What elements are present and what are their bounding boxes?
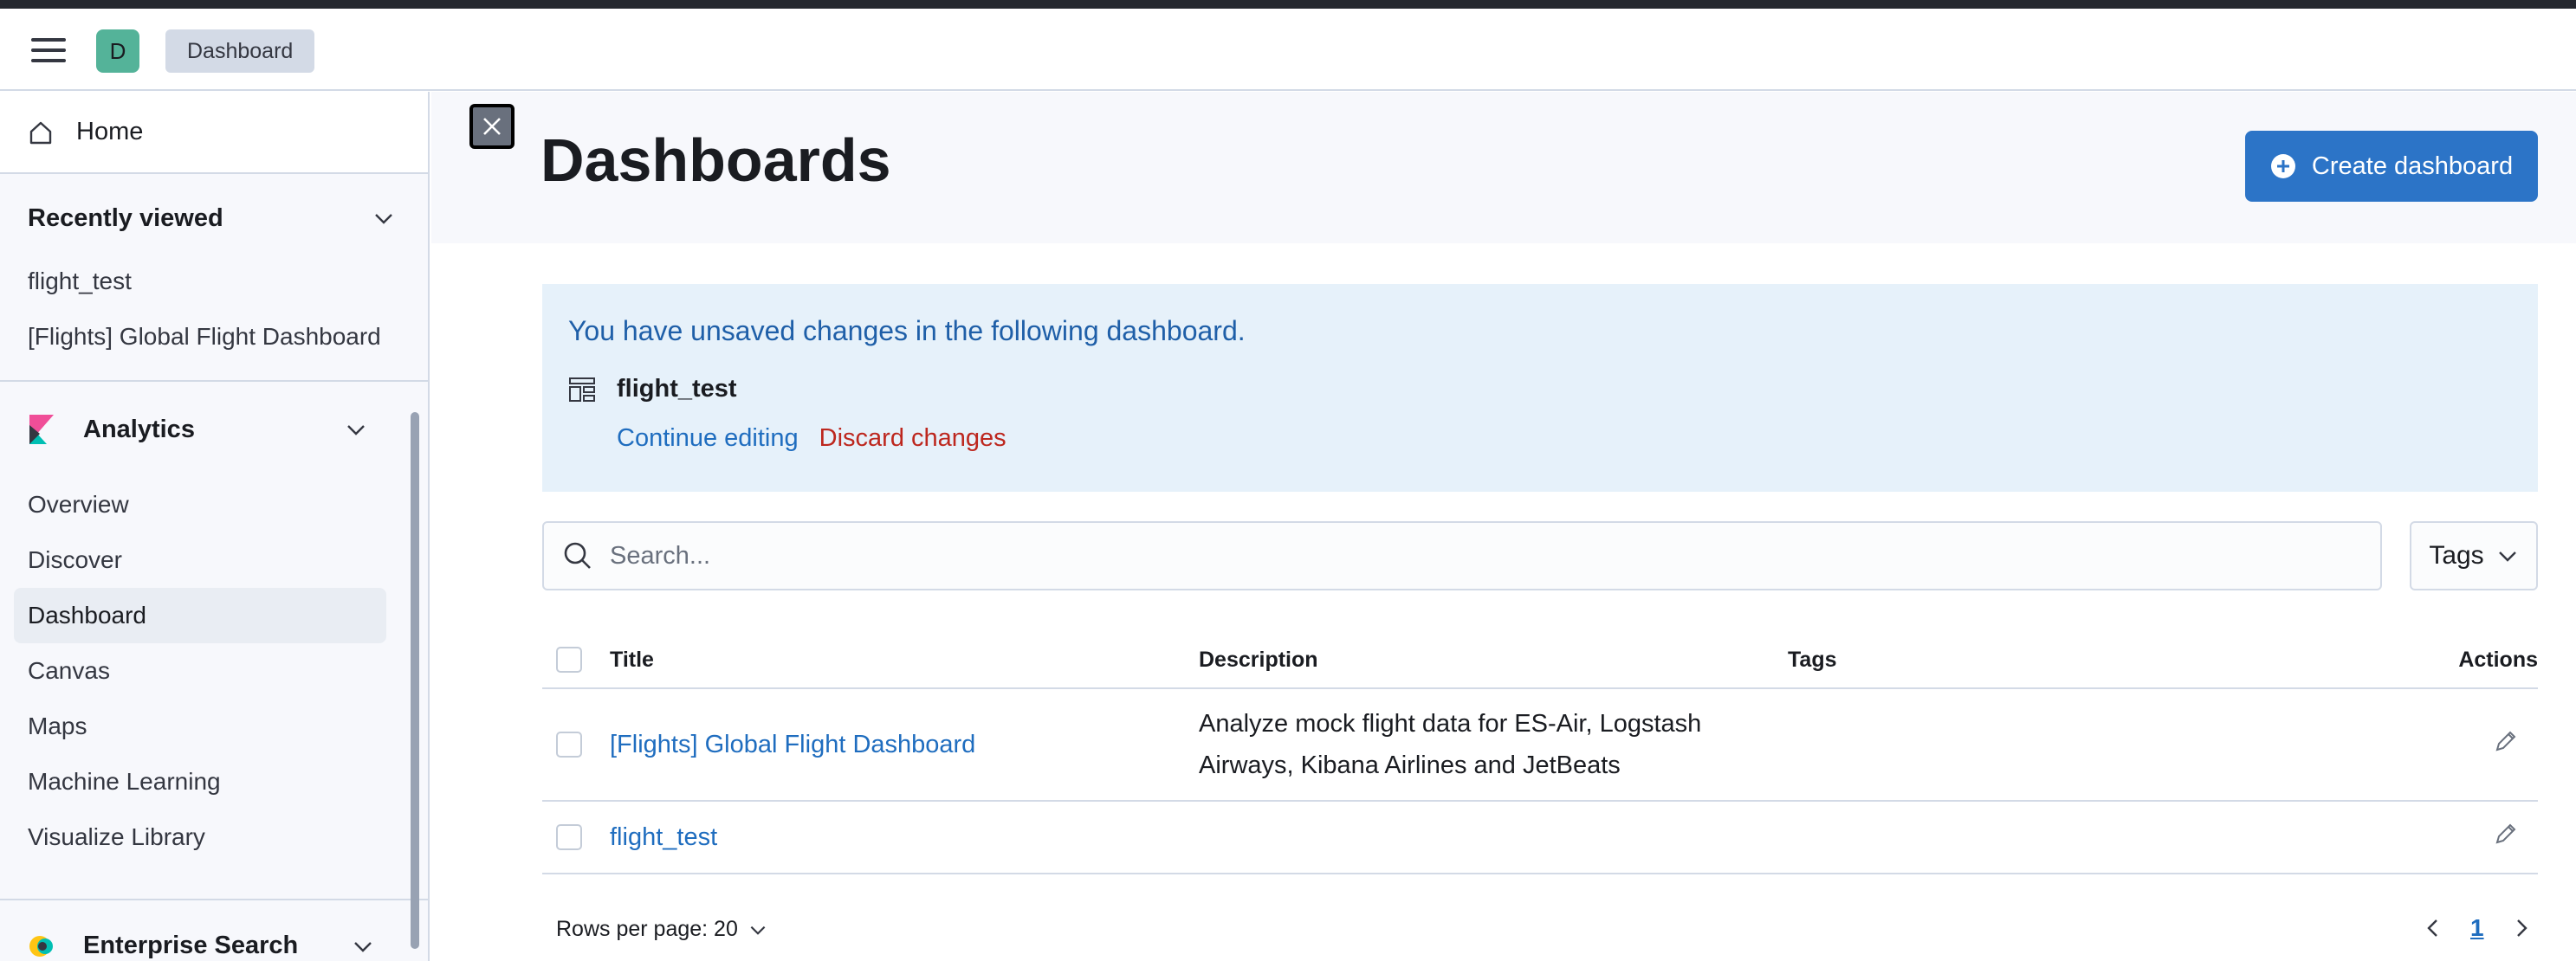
chevron-down-icon [375, 214, 392, 224]
pagination: 1 [2422, 914, 2533, 942]
kibana-logo-icon [29, 415, 54, 444]
side-nav: Home Recently viewed flight_test [Flight… [0, 92, 430, 961]
page-number[interactable]: 1 [2470, 914, 2484, 942]
description-line: Analyze mock flight data for ES-Air, Log… [1199, 710, 1702, 738]
home-icon [29, 121, 52, 144]
recent-item[interactable]: flight_test [0, 254, 428, 309]
recent-item[interactable]: [Flights] Global Flight Dashboard [0, 309, 428, 364]
discard-changes-link[interactable]: Discard changes [819, 424, 1006, 452]
create-dashboard-button[interactable]: Create dashboard [2245, 131, 2538, 202]
dashboard-description: Analyze mock flight data for ES-Air, Log… [1199, 703, 1701, 786]
rows-per-page-button[interactable]: Rows per page: 20 [556, 917, 767, 942]
recently-viewed-toggle[interactable]: Recently viewed [0, 183, 428, 254]
enterprise-search-toggle[interactable]: Enterprise Search [28, 932, 374, 960]
nav-item-visualize-library[interactable]: Visualize Library [14, 809, 386, 865]
nav-home-label: Home [76, 118, 144, 145]
search-input[interactable] [610, 541, 2256, 571]
column-header-tags: Tags [1788, 647, 1837, 672]
nav-item-overview[interactable]: Overview [14, 477, 386, 532]
nav-item-discover[interactable]: Discover [14, 532, 386, 588]
dashboard-icon [569, 377, 595, 402]
close-icon [483, 118, 501, 135]
recently-viewed-list: flight_test [Flights] Global Flight Dash… [0, 254, 428, 382]
select-all-checkbox[interactable] [556, 647, 582, 673]
description-line: Airways, Kibana Airlines and JetBeats [1199, 751, 1621, 779]
callout-dashboard-name: flight_test [617, 375, 737, 403]
dashboards-table: Title Description Tags Actions [Flights]… [542, 632, 2538, 874]
column-header-title[interactable]: Title [610, 648, 654, 673]
dashboard-title-link[interactable]: [Flights] Global Flight Dashboard [610, 731, 975, 759]
chevron-down-icon [354, 941, 372, 952]
nav-item-dashboard[interactable]: Dashboard [14, 588, 386, 643]
breadcrumb: Dashboard [165, 29, 315, 73]
row-checkbox[interactable] [556, 824, 582, 850]
unsaved-changes-callout: You have unsaved changes in the followin… [542, 284, 2538, 492]
top-strip [0, 0, 2576, 9]
pencil-icon [2495, 731, 2516, 751]
row-checkbox[interactable] [556, 732, 582, 758]
enterprise-search-title: Enterprise Search [83, 932, 299, 959]
pencil-icon [2495, 823, 2516, 844]
close-nav-button[interactable] [469, 104, 515, 149]
continue-editing-link[interactable]: Continue editing [617, 424, 799, 452]
app-header: D Dashboard [0, 9, 2576, 91]
chevron-down-icon [347, 425, 365, 435]
recently-viewed-title: Recently viewed [28, 203, 223, 232]
table-row: flight_test [542, 802, 2538, 874]
tags-filter-label: Tags [2429, 541, 2484, 570]
nav-item-maps[interactable]: Maps [14, 699, 386, 754]
enterprise-search-logo-icon [29, 935, 53, 957]
sidebar-scrollbar[interactable] [411, 412, 419, 949]
search-field[interactable] [542, 521, 2382, 590]
chevron-right-icon[interactable] [2510, 917, 2533, 939]
nav-item-machine-learning[interactable]: Machine Learning [14, 754, 386, 809]
edit-button[interactable] [2493, 728, 2519, 761]
edit-button[interactable] [2493, 821, 2519, 854]
chevron-down-icon [750, 926, 766, 935]
chevron-down-icon [2498, 551, 2516, 562]
column-header-description: Description [1199, 647, 1318, 672]
callout-dashboard: flight_test [568, 375, 737, 403]
column-header-actions: Actions [2458, 647, 2538, 672]
chevron-left-icon[interactable] [2422, 917, 2444, 939]
dashboard-title-link[interactable]: flight_test [610, 823, 717, 852]
table-row: [Flights] Global Flight Dashboard Analyz… [542, 689, 2538, 802]
analytics-title: Analytics [83, 415, 195, 443]
tags-filter-button[interactable]: Tags [2410, 521, 2538, 590]
nav-home[interactable]: Home [0, 92, 428, 174]
nav-item-canvas[interactable]: Canvas [14, 643, 386, 699]
rows-per-page-label: Rows per page: 20 [556, 917, 738, 941]
page-title: Dashboards [540, 126, 891, 194]
callout-title: You have unsaved changes in the followin… [568, 315, 1246, 346]
table-header: Title Description Tags Actions [542, 632, 2538, 689]
search-icon [564, 542, 591, 569]
divider [0, 899, 428, 900]
analytics-toggle[interactable]: Analytics [0, 382, 428, 477]
plus-circle-icon [2270, 154, 2295, 178]
create-dashboard-label: Create dashboard [2311, 152, 2514, 180]
menu-toggle-icon[interactable] [31, 38, 66, 64]
space-avatar[interactable]: D [96, 29, 139, 73]
callout-actions: Continue editing Discard changes [617, 424, 1006, 453]
